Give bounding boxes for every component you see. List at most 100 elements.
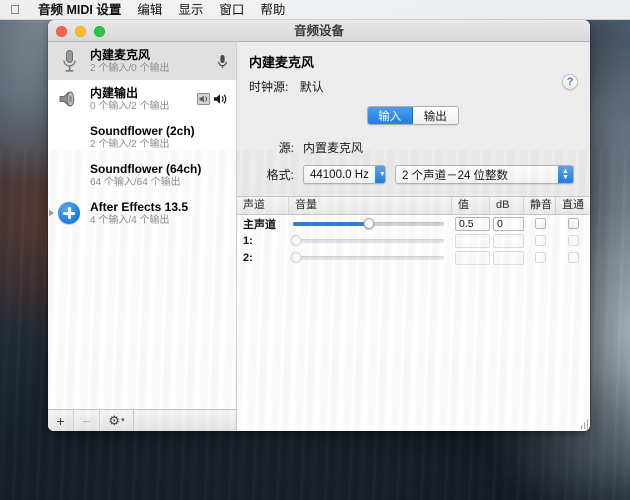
device-io-summary: 0 个输入/2 个输出 [90, 100, 170, 112]
device-row-soundflower-64ch[interactable]: Soundflower (64ch) 64 个输入/64 个输出 [48, 156, 236, 194]
value-cell [452, 232, 490, 249]
action-gear-button[interactable]: ⚙ ▾ [100, 410, 134, 431]
device-name: 内建输出 [90, 85, 139, 100]
value-field-channel-2[interactable] [455, 250, 490, 265]
menu-item-edit[interactable]: 编辑 [129, 0, 170, 20]
mute-cell [524, 249, 556, 266]
gear-icon: ⚙ [108, 413, 121, 428]
sample-rate-value: 44100.0 Hz [310, 168, 369, 181]
apple-icon[interactable]:  [0, 3, 30, 17]
table-row[interactable]: 1: [237, 232, 590, 249]
value-field-master[interactable]: 0.5 [455, 216, 490, 231]
device-row-built-in-microphone[interactable]: 内建麦克风 2 个输入/0 个输出 [48, 42, 236, 80]
db-cell [490, 232, 524, 249]
thru-cell [556, 249, 590, 266]
pane-header: 内建麦克风 时钟源: 默认 ? 输入 输出 [237, 42, 590, 125]
mute-checkbox-master[interactable] [534, 218, 546, 229]
db-field-channel-1[interactable] [493, 233, 524, 248]
chevron-down-icon: ▾ [121, 417, 125, 424]
clock-source-label: 时钟源: [249, 80, 289, 94]
device-io-summary: 4 个输入/4 个输出 [90, 214, 170, 226]
format-label: 格式: [266, 168, 294, 182]
device-info: After Effects 13.5 4 个输入/4 个输出 [88, 200, 230, 227]
column-header-value: 值 [452, 197, 490, 214]
device-info: 内建麦克风 2 个输入/0 个输出 [88, 48, 211, 75]
db-field-channel-2[interactable] [493, 250, 524, 265]
speaker-badge [214, 94, 227, 104]
add-device-button[interactable]: + [48, 410, 74, 431]
menu-bar:  音频 MIDI 设置 编辑 显示 窗口 帮助 [0, 0, 630, 20]
table-header-row: 声道 音量 值 dB 静音 直通 [237, 197, 590, 215]
device-sidebar: 内建麦克风 2 个输入/0 个输出 内建输出 0 个输入/2 个输出 Sound… [48, 42, 237, 431]
disclosure-triangle-icon[interactable] [49, 210, 54, 216]
column-header-mute: 静音 [524, 197, 556, 214]
device-row-built-in-output[interactable]: 内建输出 0 个输入/2 个输出 [48, 80, 236, 118]
channel-name: 2: [243, 251, 253, 264]
input-output-segmented-control: 输入 输出 [366, 106, 459, 125]
help-button[interactable]: ? [562, 74, 578, 90]
device-name: 内建麦克风 [90, 47, 151, 62]
source-value: 内置麦克风 [303, 141, 364, 155]
mute-checkbox-channel-1[interactable] [534, 235, 546, 246]
device-io-summary: 64 个输入/64 个输出 [90, 176, 181, 188]
device-list[interactable]: 内建麦克风 2 个输入/0 个输出 内建输出 0 个输入/2 个输出 Sound… [48, 42, 236, 409]
menu-item-app[interactable]: 音频 MIDI 设置 [30, 0, 129, 20]
device-name: Soundflower (2ch) [90, 123, 195, 138]
db-cell: 0 [490, 215, 524, 232]
sample-rate-popup[interactable]: 44100.0 Hz ▼ [303, 165, 386, 184]
sidebar-toolbar: + − ⚙ ▾ [48, 409, 236, 431]
volume-cell [289, 249, 452, 266]
clock-source-row: 时钟源: 默认 [249, 78, 576, 95]
remove-device-button[interactable]: − [74, 410, 100, 431]
table-row[interactable]: 主声道 0.5 0 [237, 215, 590, 232]
channel-name: 主声道 [243, 218, 276, 231]
source-format-section: 源: 内置麦克风 格式: 44100.0 Hz ▼ 2 个声道－24 位整数 ▲… [237, 125, 590, 196]
device-io-summary: 2 个输入/2 个输出 [90, 138, 170, 150]
mic-input-badge [218, 54, 227, 68]
volume-slider-channel-2[interactable] [290, 252, 444, 264]
column-header-channel: 声道 [237, 197, 289, 214]
source-label: 源: [278, 141, 294, 155]
desktop-wallpaper:  音频 MIDI 设置 编辑 显示 窗口 帮助 音频设备 [0, 0, 630, 500]
column-header-db: dB [490, 197, 524, 214]
format-row: 格式: 44100.0 Hz ▼ 2 个声道－24 位整数 ▲ ▼ [255, 165, 574, 184]
device-row-soundflower-2ch[interactable]: Soundflower (2ch) 2 个输入/2 个输出 [48, 118, 236, 156]
menu-item-view[interactable]: 显示 [170, 0, 211, 20]
device-row-after-effects[interactable]: After Effects 13.5 4 个输入/4 个输出 [48, 194, 236, 232]
bit-format-popup[interactable]: 2 个声道－24 位整数 ▲ ▼ [394, 165, 574, 184]
window-title-bar[interactable]: 音频设备 [48, 20, 590, 42]
device-name: Soundflower (64ch) [90, 161, 202, 176]
resize-grip[interactable] [577, 418, 588, 429]
sound-output-badge [197, 93, 210, 105]
menu-item-window[interactable]: 窗口 [211, 0, 252, 20]
mute-cell [524, 232, 556, 249]
device-name: After Effects 13.5 [90, 199, 189, 214]
plus-circle-icon [56, 202, 82, 224]
device-info: Soundflower (64ch) 64 个输入/64 个输出 [88, 162, 230, 189]
microphone-icon [56, 49, 82, 73]
volume-slider-master[interactable] [293, 218, 444, 230]
db-cell [490, 249, 524, 266]
value-cell: 0.5 [452, 215, 490, 232]
audio-devices-window: 音频设备 内建麦克风 2 个输入/0 个输出 内建输出 0 个输入/2 个输出 … [48, 20, 590, 431]
thru-checkbox-channel-1[interactable] [567, 235, 579, 246]
tab-input[interactable]: 输入 [367, 107, 413, 124]
thru-checkbox-master[interactable] [567, 218, 579, 229]
thru-checkbox-channel-2[interactable] [567, 252, 579, 263]
mute-cell [524, 215, 556, 232]
mute-checkbox-channel-2[interactable] [534, 252, 546, 263]
thru-cell [556, 215, 590, 232]
clock-source-value: 默认 [299, 80, 324, 94]
channel-name: 1: [243, 234, 253, 247]
device-badges [217, 54, 230, 69]
volume-slider-channel-1[interactable] [290, 235, 444, 247]
window-title: 音频设备 [293, 24, 344, 38]
db-field-master[interactable]: 0 [493, 216, 524, 231]
page-title: 内建麦克风 [249, 55, 315, 70]
chevron-down-icon: ▼ [374, 166, 385, 183]
stepper-arrows-icon: ▲ ▼ [558, 166, 573, 183]
value-field-channel-1[interactable] [455, 233, 490, 248]
tab-output[interactable]: 输出 [413, 107, 458, 124]
table-row[interactable]: 2: [237, 249, 590, 266]
menu-item-help[interactable]: 帮助 [252, 0, 293, 20]
